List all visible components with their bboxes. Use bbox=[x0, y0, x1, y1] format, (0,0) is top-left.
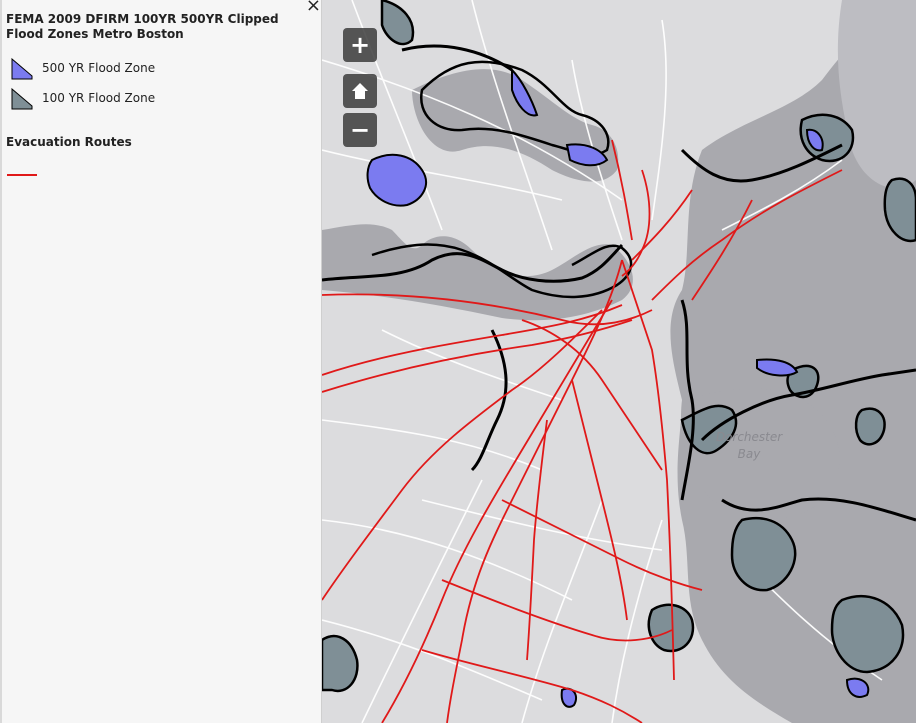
evacuation-route bbox=[381, 299, 613, 723]
dorchester-bay-label: Dorchester Bay bbox=[714, 429, 784, 463]
evacuation-route bbox=[611, 139, 633, 241]
legend-panel: × FEMA 2009 DFIRM 100YR 500YR Clipped Fl… bbox=[0, 0, 322, 723]
dorchester-label-line2: Bay bbox=[737, 447, 761, 461]
layer-title: FEMA 2009 DFIRM 100YR 500YR Clipped Floo… bbox=[6, 12, 279, 41]
evacuation-route bbox=[322, 319, 633, 393]
evacuation-routes-title: Evacuation Routes bbox=[6, 135, 132, 149]
map-view[interactable]: + − Dorchester Bay bbox=[322, 0, 916, 723]
charles-river bbox=[322, 224, 633, 321]
evacuation-route-line-icon bbox=[7, 174, 37, 176]
dorchester-label-line1: Dorchester bbox=[715, 430, 783, 444]
legend-item-100yr: 100 YR Flood Zone bbox=[10, 85, 155, 111]
evacuation-route bbox=[421, 649, 643, 723]
evacuation-route bbox=[526, 419, 548, 661]
legend-label-100yr: 100 YR Flood Zone bbox=[42, 91, 156, 105]
flood-500yr-swatch-icon bbox=[11, 57, 33, 80]
map-canvas[interactable] bbox=[322, 0, 916, 723]
zoom-out-button[interactable]: − bbox=[343, 113, 377, 147]
evacuation-route bbox=[571, 379, 628, 621]
zoom-in-button[interactable]: + bbox=[343, 28, 377, 62]
flood-100yr-swatch-icon bbox=[11, 87, 33, 110]
evacuation-route bbox=[441, 579, 673, 642]
home-icon bbox=[352, 83, 368, 99]
legend-item-500yr: 500 YR Flood Zone bbox=[10, 55, 155, 81]
evacuation-route bbox=[631, 189, 693, 261]
home-button[interactable] bbox=[343, 74, 377, 108]
legend-label-500yr: 500 YR Flood Zone bbox=[42, 61, 156, 75]
